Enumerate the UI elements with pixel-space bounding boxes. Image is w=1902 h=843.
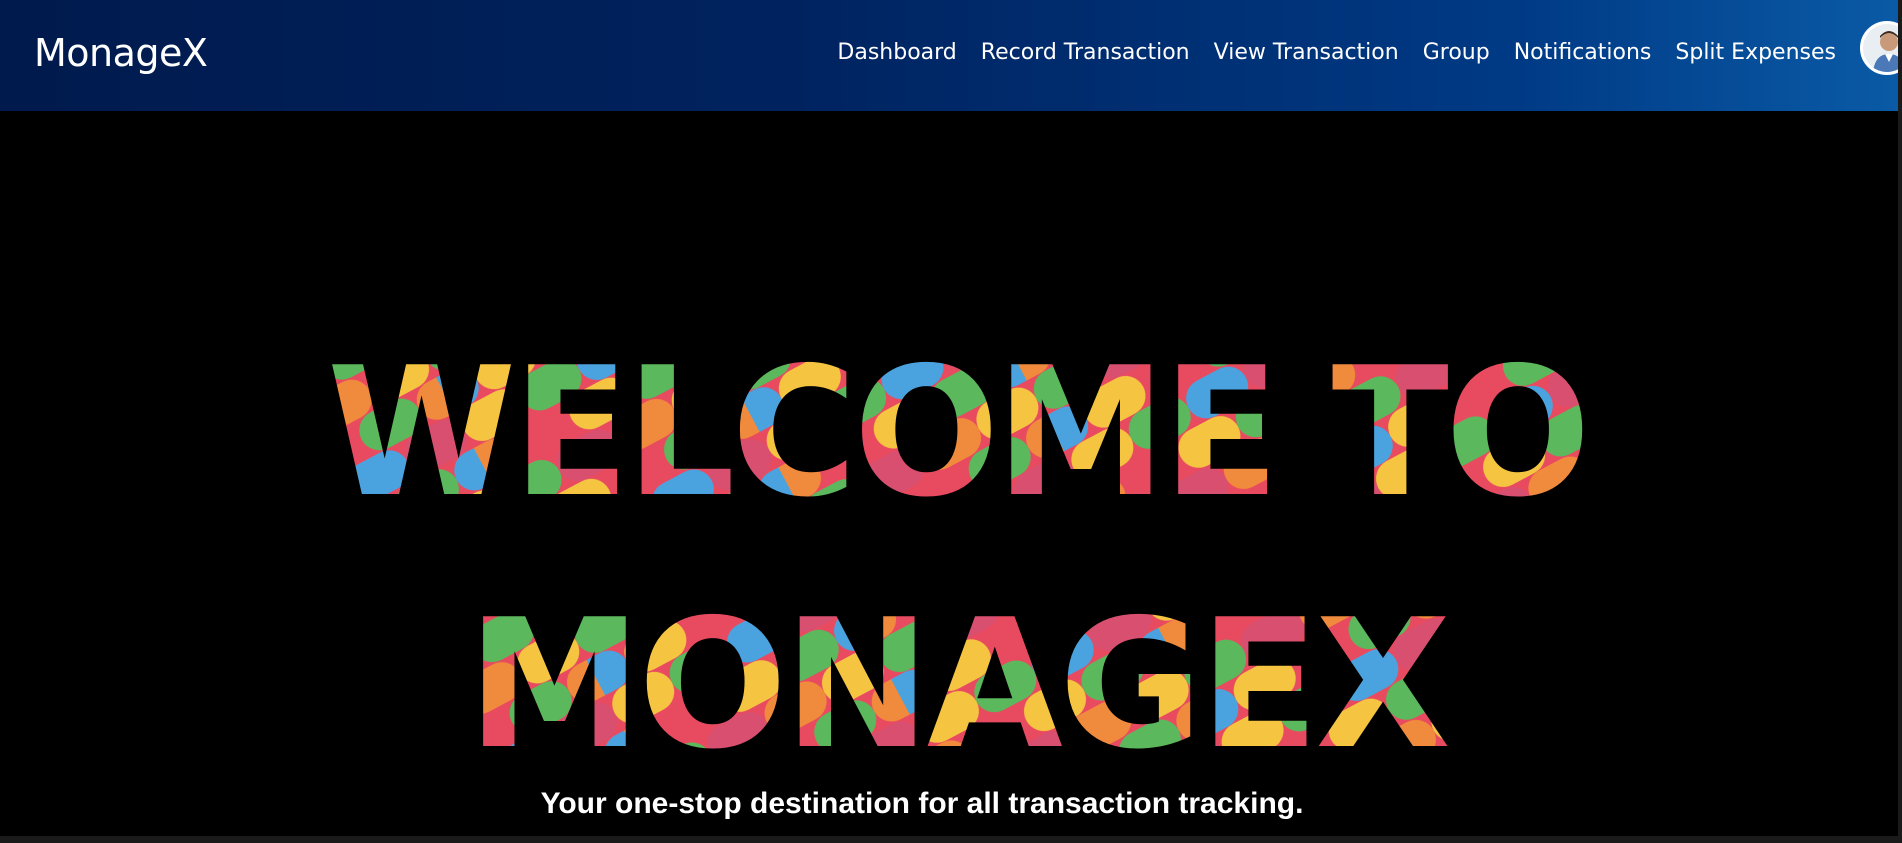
hero-tagline: Your one-stop destination for all transa… <box>540 787 1304 820</box>
nav-link-notifications[interactable]: Notifications <box>1514 40 1652 66</box>
user-avatar-icon[interactable] <box>1860 21 1902 75</box>
nav-link-view-transaction[interactable]: View Transaction <box>1214 40 1399 66</box>
window-bottom-edge <box>0 836 1902 843</box>
window-right-edge <box>1898 0 1902 843</box>
brand-logo[interactable]: MonageX <box>34 34 208 72</box>
hero-line-1: WELCOME TO <box>327 329 1587 536</box>
top-navbar: MonageX Dashboard Record Transaction Vie… <box>0 0 1902 111</box>
hero-title: WELCOME TO MONAGEX <box>327 329 1591 788</box>
nav-link-split-expenses[interactable]: Split Expenses <box>1675 40 1836 66</box>
nav-link-dashboard[interactable]: Dashboard <box>837 40 956 66</box>
main-content: WELCOME TO MONAGEX Your one-stop destina… <box>0 111 1898 836</box>
hero-line-2: MONAGEX <box>467 581 1448 788</box>
nav-link-record-transaction[interactable]: Record Transaction <box>981 40 1190 66</box>
nav-links: Dashboard Record Transaction View Transa… <box>813 40 1836 66</box>
nav-link-group[interactable]: Group <box>1423 40 1490 66</box>
